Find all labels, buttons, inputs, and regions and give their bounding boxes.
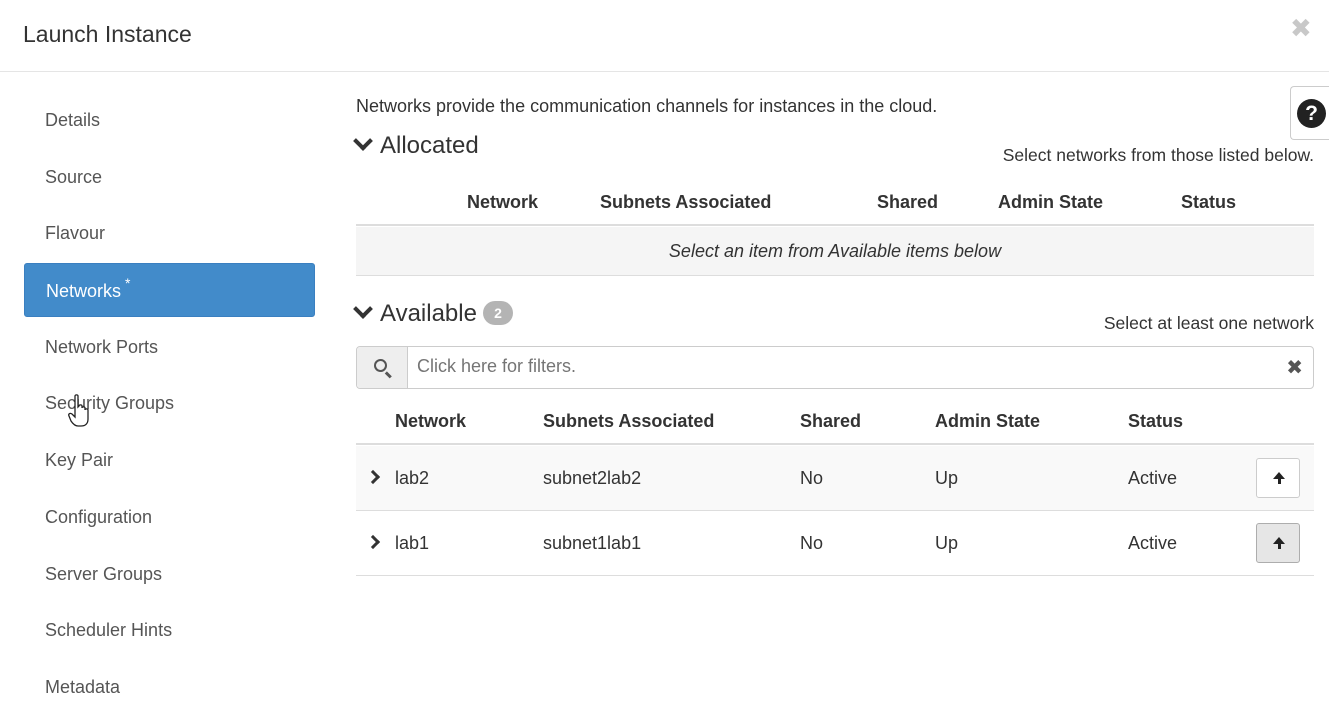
chevron-right-icon[interactable] (365, 469, 381, 485)
nav-item-label: Details (45, 110, 101, 130)
chevron-right-icon[interactable] (365, 534, 381, 550)
nav-item-configuration[interactable]: Configuration (24, 490, 315, 544)
cell-network: lab2 (395, 468, 430, 488)
available-toggle[interactable]: Available 2 (353, 299, 513, 328)
available-table-header: Network Subnets Associated Shared Admin … (356, 399, 1314, 445)
cell-status: Active (1128, 468, 1178, 488)
cell-admin-state: Up (935, 533, 959, 553)
filter-addon (357, 347, 408, 388)
modal-title: Launch Instance (23, 21, 192, 47)
question-circle-icon: ? (1297, 99, 1326, 128)
column-header-shared: Shared (877, 192, 939, 212)
nav-item-label: Source (45, 166, 103, 187)
column-header-subnets: Subnets Associated (600, 192, 772, 212)
allocated-hint: Select networks from those listed below. (1002, 145, 1314, 165)
nav-item-networks[interactable]: Networks * (24, 263, 315, 318)
nav-item-label: Networks (46, 281, 122, 302)
nav-item-flavour[interactable]: Flavour (24, 206, 315, 260)
allocate-button[interactable] (1256, 458, 1300, 498)
column-header-shared: Shared (800, 411, 862, 431)
nav-item-label: Configuration (45, 506, 153, 527)
available-title: Available (380, 300, 477, 327)
available-hint: Select at least one network (1103, 313, 1314, 333)
nav-item-label: Network Ports (45, 336, 159, 357)
nav-item-label: Security Groups (45, 393, 175, 414)
allocated-table-header: Network Subnets Associated Shared Admin … (356, 180, 1314, 226)
nav-item-server-groups[interactable]: Server Groups (24, 547, 315, 601)
nav-item-key-pair[interactable]: Key Pair (24, 433, 315, 487)
nav-item-label: Flavour (45, 223, 106, 244)
table-row: lab1 subnet1lab1 No Up Active (356, 511, 1314, 576)
help-button[interactable]: ? (1290, 86, 1329, 140)
filter-input[interactable] (417, 356, 1277, 377)
allocated-toggle[interactable]: Allocated (353, 131, 479, 160)
clear-filter-icon[interactable]: ✖ (1286, 355, 1303, 380)
nav-item-label: Key Pair (45, 450, 114, 471)
column-header-status: Status (1181, 192, 1237, 212)
modal-header: Launch Instance ✖ (0, 0, 1329, 72)
nav-item-source[interactable]: Source (24, 150, 315, 204)
column-header-network: Network (395, 411, 467, 431)
required-mark: * (125, 275, 131, 292)
cell-shared: No (800, 533, 824, 553)
nav-item-metadata[interactable]: Metadata (24, 660, 315, 709)
nav-item-network-ports[interactable]: Network Ports (24, 320, 315, 374)
hand-pointer-icon (68, 394, 89, 427)
nav-item-label: Server Groups (45, 563, 163, 584)
chevron-down-icon (353, 299, 373, 319)
search-icon (374, 359, 387, 372)
column-header-status: Status (1128, 411, 1184, 431)
arrow-up-icon (1273, 537, 1285, 549)
chevron-down-icon (353, 131, 373, 151)
column-header-network: Network (467, 192, 539, 212)
nav-item-scheduler-hints[interactable]: Scheduler Hints (24, 603, 315, 657)
filter-box: ✖ (356, 346, 1314, 389)
cell-admin-state: Up (935, 468, 959, 488)
count-badge: 2 (482, 300, 513, 325)
cell-subnets: subnet2lab2 (543, 468, 642, 488)
arrow-up-icon (1273, 472, 1285, 484)
cell-shared: No (800, 468, 824, 488)
column-header-subnets: Subnets Associated (543, 411, 715, 431)
cell-status: Active (1128, 533, 1178, 553)
column-header-admin-state: Admin State (935, 411, 1041, 431)
nav-item-details[interactable]: Details (24, 93, 315, 147)
table-row: lab2 subnet2lab2 No Up Active (356, 446, 1314, 511)
close-icon[interactable]: ✖ (1290, 14, 1312, 42)
column-header-admin-state: Admin State (998, 192, 1104, 212)
step-intro: Networks provide the communication chann… (356, 96, 938, 116)
nav-item-label: Metadata (45, 676, 121, 697)
cell-network: lab1 (395, 533, 430, 553)
allocated-empty-message: Select an item from Available items belo… (356, 227, 1314, 276)
allocate-button[interactable] (1256, 523, 1300, 563)
allocated-title: Allocated (380, 132, 479, 159)
nav-item-label: Scheduler Hints (45, 620, 173, 641)
cell-subnets: subnet1lab1 (543, 533, 642, 553)
